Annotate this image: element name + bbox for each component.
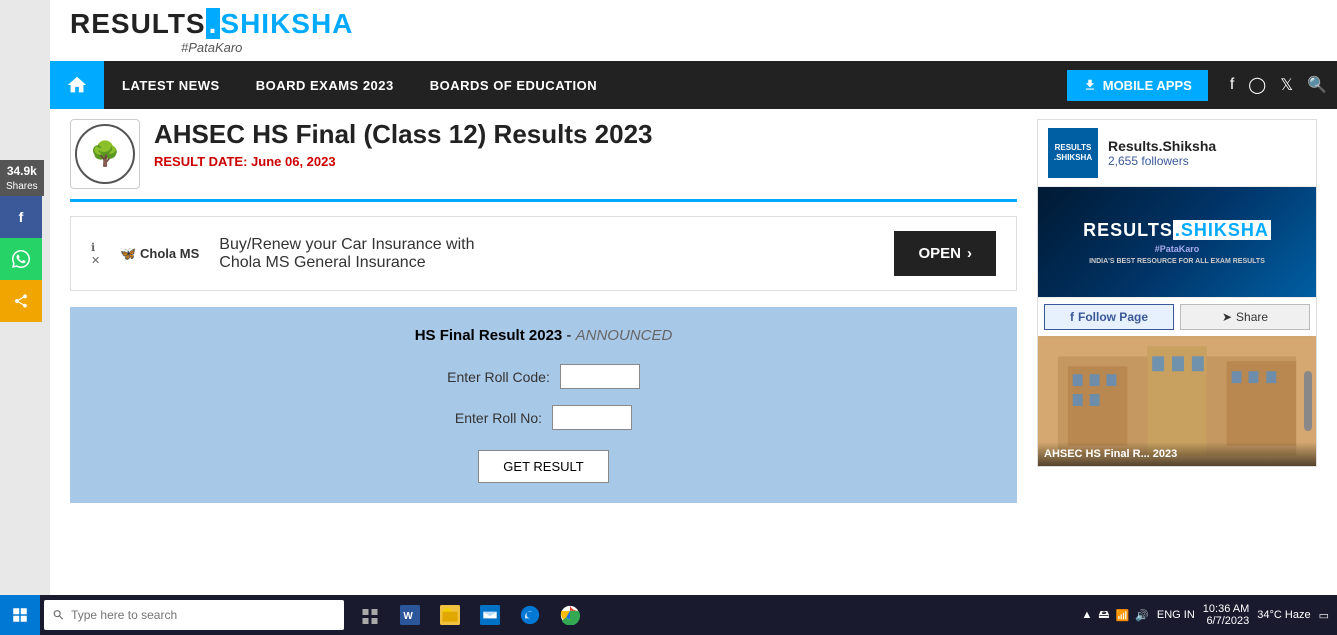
page-wrapper: RESULTS.SHIKSHA #PataKaro LATEST NEWS BO… — [50, 0, 1337, 595]
taskbar-weather: 34°C Haze — [1257, 609, 1310, 621]
main-nav: LATEST NEWS BOARD EXAMS 2023 BOARDS OF E… — [50, 61, 1337, 109]
sidebar-share-button[interactable]: ➤ Share — [1180, 304, 1310, 330]
nav-latest-news[interactable]: LATEST NEWS — [104, 61, 238, 109]
taskbar-explorer-icon[interactable] — [432, 597, 468, 633]
nav-home-button[interactable] — [50, 61, 104, 109]
taskbar-language: ENG IN — [1157, 609, 1195, 621]
article-title: AHSEC HS Final (Class 12) Results 2023 — [154, 119, 1017, 150]
nav-social-icons: f ◯ 𝕏 🔍 — [1220, 75, 1337, 95]
roll-code-input[interactable] — [560, 364, 640, 389]
ad-text: Buy/Renew your Car Insurance with Chola … — [219, 236, 874, 272]
sidebar-fb-header: RESULTS .SHIKSHA Results.Shiksha 2,655 f… — [1038, 120, 1316, 187]
roll-no-label: Enter Roll No: — [455, 410, 542, 426]
taskbar-search-box[interactable] — [44, 600, 344, 630]
nav-boards-education[interactable]: BOARDS OF EDUCATION — [412, 61, 615, 109]
sidebar: RESULTS .SHIKSHA Results.Shiksha 2,655 f… — [1037, 119, 1317, 503]
taskbar-search-input[interactable] — [71, 608, 336, 622]
sidebar-building-caption: AHSEC HS Final R... 2023 — [1038, 442, 1316, 466]
sidebar-building-image: AHSEC HS Final R... 2023 — [1038, 336, 1316, 466]
mobile-apps-button[interactable]: MOBILE APPS — [1067, 70, 1208, 101]
site-logo[interactable]: RESULTS.SHIKSHA #PataKaro — [70, 10, 353, 55]
ad-info-icons[interactable]: ℹ ✕ — [91, 241, 100, 267]
share-sidebar: 34.9k Shares f — [0, 160, 44, 322]
taskbar-edge-icon[interactable] — [512, 597, 548, 633]
roll-code-row: Enter Roll Code: — [90, 364, 997, 389]
article-title-block: AHSEC HS Final (Class 12) Results 2023 R… — [154, 119, 1017, 169]
roll-code-label: Enter Roll Code: — [447, 369, 550, 385]
taskbar-mail-icon[interactable] — [472, 597, 508, 633]
sidebar-logo-small: RESULTS .SHIKSHA — [1048, 128, 1098, 178]
taskbar-pinned-icons: W — [352, 597, 588, 633]
share-count: 34.9k Shares — [0, 160, 44, 196]
follow-page-button[interactable]: f Follow Page — [1044, 304, 1174, 330]
generic-share-button[interactable] — [0, 280, 42, 322]
logo-tagline: #PataKaro — [181, 40, 242, 55]
nav-board-exams[interactable]: BOARD EXAMS 2023 — [238, 61, 412, 109]
sidebar-actions: f Follow Page ➤ Share — [1038, 297, 1316, 336]
ad-open-button[interactable]: OPEN › — [894, 231, 996, 276]
sidebar-preview-image: RESULTS.SHIKSHA #PataKaro INDIA'S BEST R… — [1038, 187, 1316, 297]
article-header: 🌳 AHSEC HS Final (Class 12) Results 2023… — [70, 119, 1017, 189]
logo-shiksha: SHIKSHA — [220, 8, 353, 39]
article-divider — [70, 199, 1017, 202]
search-nav-icon[interactable]: 🔍 — [1307, 75, 1327, 95]
taskbar-system-icons: ▲ 🖴 📶 🔊 — [1081, 606, 1148, 625]
taskbar: W ▲ 🖴 📶 🔊 ENG IN 10:36 AM 6/7/2023 34°C … — [0, 595, 1337, 635]
facebook-share-button[interactable]: f — [0, 196, 42, 238]
logo-tree-icon: 🌳 — [90, 140, 120, 169]
logo-dot: . — [206, 8, 221, 39]
logo-text: RESULTS.SHIKSHA — [70, 10, 353, 38]
start-button[interactable] — [0, 595, 40, 635]
whatsapp-share-button[interactable] — [0, 238, 42, 280]
get-result-button[interactable]: GET RESULT — [478, 450, 608, 483]
article-date: RESULT DATE: June 06, 2023 — [154, 154, 1017, 169]
taskbar-right: ▲ 🖴 📶 🔊 ENG IN 10:36 AM 6/7/2023 34°C Ha… — [1073, 603, 1337, 627]
roll-no-input[interactable] — [552, 405, 632, 430]
ad-banner: ℹ ✕ 🦋 Chola MS Buy/Renew your Car Insura… — [70, 216, 1017, 291]
main-content: 🌳 AHSEC HS Final (Class 12) Results 2023… — [70, 119, 1017, 503]
result-form-container: HS Final Result 2023 - ANNOUNCED Enter R… — [70, 307, 1017, 503]
content-area: 🌳 AHSEC HS Final (Class 12) Results 2023… — [50, 119, 1337, 513]
ad-logo: 🦋 Chola MS — [120, 246, 199, 262]
article-logo: 🌳 — [70, 119, 140, 189]
taskbar-clock: 10:36 AM 6/7/2023 — [1203, 603, 1249, 627]
svg-text:W: W — [403, 611, 413, 622]
article-logo-inner: 🌳 — [75, 124, 135, 184]
sidebar-scroll-indicator[interactable] — [1304, 371, 1312, 431]
sidebar-page-info: Results.Shiksha 2,655 followers — [1108, 138, 1216, 168]
facebook-nav-icon[interactable]: f — [1230, 76, 1234, 94]
taskbar-task-view[interactable] — [352, 597, 388, 633]
taskbar-chrome-icon[interactable] — [552, 597, 588, 633]
result-announced: HS Final Result 2023 - ANNOUNCED — [90, 327, 997, 344]
twitter-nav-icon[interactable]: 𝕏 — [1280, 75, 1293, 95]
logo-results: RESULTS — [70, 8, 206, 39]
instagram-nav-icon[interactable]: ◯ — [1248, 75, 1266, 95]
taskbar-word-icon[interactable]: W — [392, 597, 428, 633]
site-header: RESULTS.SHIKSHA #PataKaro — [50, 0, 1337, 61]
sidebar-fb-card: RESULTS .SHIKSHA Results.Shiksha 2,655 f… — [1037, 119, 1317, 467]
roll-no-row: Enter Roll No: — [90, 405, 997, 430]
